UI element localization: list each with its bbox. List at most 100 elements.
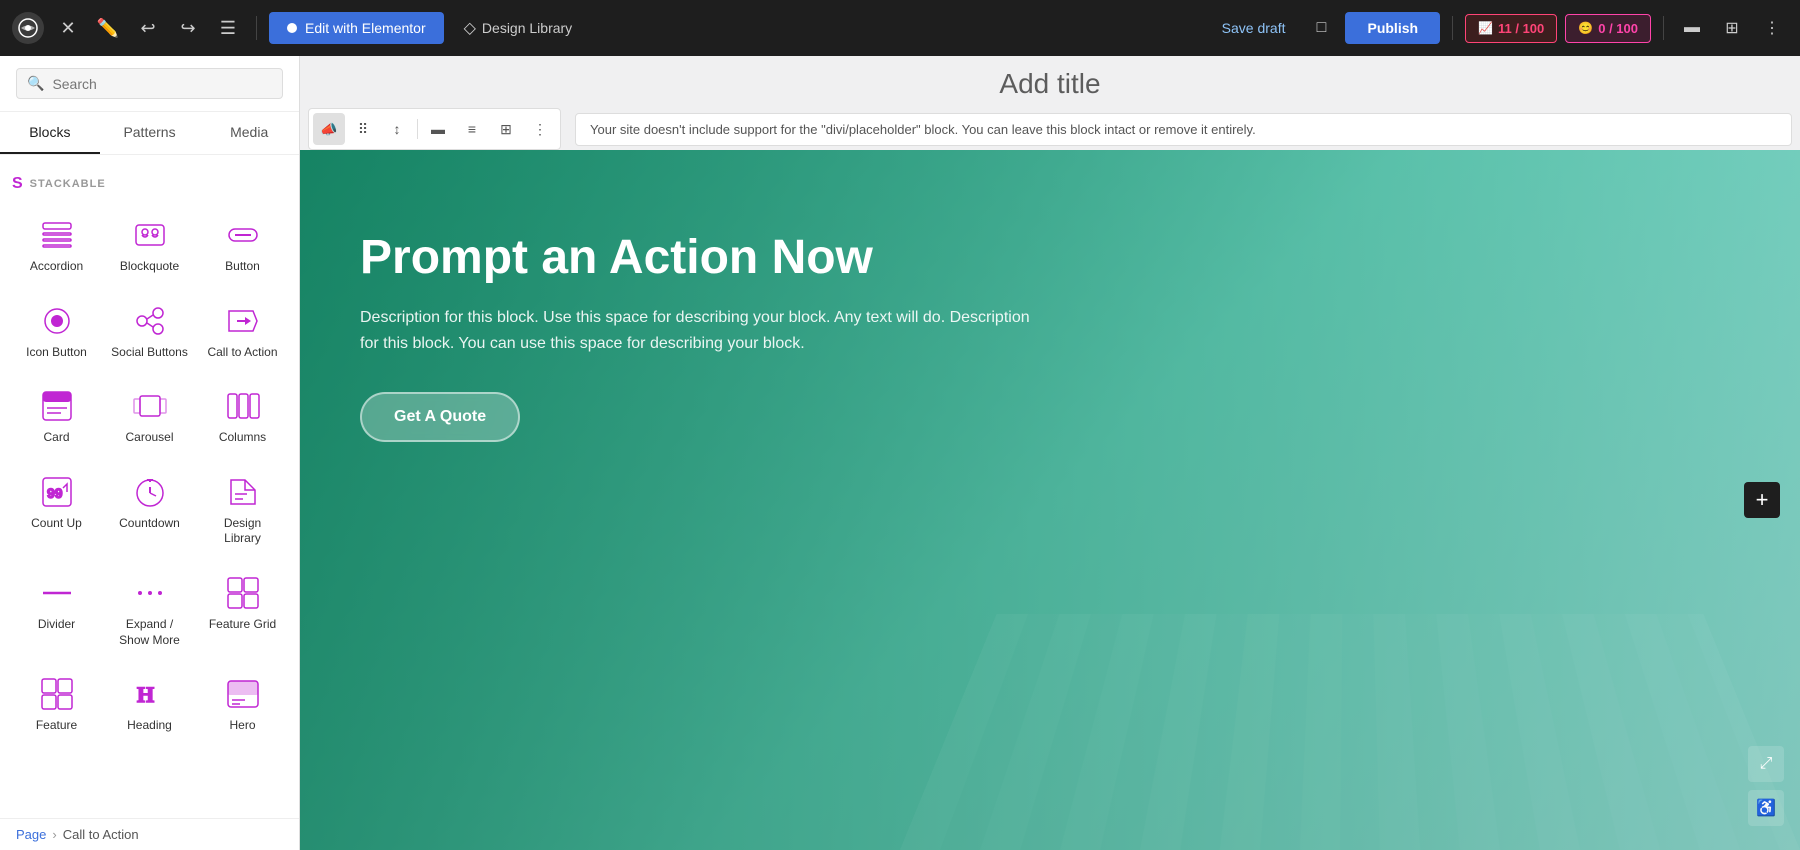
- toolbar-layout-btn[interactable]: ⊞: [490, 113, 522, 145]
- hero-title: Prompt an Action Now: [360, 230, 1040, 285]
- side-icons: ⤢ ♿: [1748, 746, 1784, 826]
- add-block-button[interactable]: +: [1744, 482, 1780, 518]
- tab-blocks[interactable]: Blocks: [0, 112, 100, 154]
- wordpress-logo[interactable]: [12, 12, 44, 44]
- feature-label: Feature: [36, 718, 77, 734]
- heading-label: Heading: [127, 718, 172, 734]
- block-item-carousel[interactable]: Carousel: [105, 376, 194, 458]
- readability-score-badge[interactable]: 😊 0 / 100: [1565, 14, 1651, 43]
- toolbar-align-left-btn[interactable]: ▬: [422, 113, 454, 145]
- edit-with-elementor-button[interactable]: Edit with Elementor: [269, 12, 444, 44]
- block-item-call-to-action[interactable]: Call to Action: [198, 291, 287, 373]
- search-input[interactable]: [52, 76, 272, 92]
- toolbar-drag-btn[interactable]: ⠿: [347, 113, 379, 145]
- block-item-columns[interactable]: Columns: [198, 376, 287, 458]
- design-library-button[interactable]: ◇ Design Library: [452, 10, 585, 46]
- seo-score-badge[interactable]: 📈 11 / 100: [1465, 14, 1557, 43]
- block-item-hero[interactable]: Hero: [198, 664, 287, 746]
- layout-icon[interactable]: ▬: [1676, 12, 1708, 44]
- toolbar-move-btn[interactable]: ↕: [381, 113, 413, 145]
- breadcrumb: Page › Call to Action: [0, 818, 299, 850]
- expand-show-more-label: Expand / Show More: [111, 617, 188, 648]
- close-icon[interactable]: ✕: [52, 12, 84, 44]
- side-accessibility-icon[interactable]: ♿: [1748, 790, 1784, 826]
- accordion-label: Accordion: [30, 259, 83, 275]
- svg-text:99: 99: [47, 485, 63, 501]
- breadcrumb-call-to-action: Call to Action: [63, 827, 139, 842]
- block-toolbar-inner: 📣 ⠿ ↕ ▬ ≡ ⊞ ⋮: [308, 108, 561, 150]
- more-options-icon[interactable]: ⋮: [1756, 12, 1788, 44]
- block-item-count-up[interactable]: 99 Count Up: [12, 462, 101, 559]
- block-item-design-library[interactable]: Design Library: [198, 462, 287, 559]
- toolbar-align-center-btn[interactable]: ≡: [456, 113, 488, 145]
- main-layout: 🔍 Blocks Patterns Media S STACKABLE Acco…: [0, 56, 1800, 850]
- hero-description: Description for this block. Use this spa…: [360, 305, 1040, 356]
- block-item-button[interactable]: Button: [198, 205, 287, 287]
- seo-score-icon: 📈: [1478, 21, 1493, 35]
- feature-grid-label: Feature Grid: [209, 617, 276, 633]
- divider-3: [1663, 16, 1664, 40]
- block-item-accordion[interactable]: Accordion: [12, 205, 101, 287]
- page-title-input[interactable]: [300, 68, 1800, 100]
- seo-score-value: 11 / 100: [1498, 21, 1544, 36]
- card-label: Card: [43, 430, 69, 446]
- divider-2: [1452, 16, 1453, 40]
- stackable-icon: S: [12, 175, 24, 193]
- carousel-label: Carousel: [125, 430, 173, 446]
- svg-text:H: H: [137, 682, 154, 707]
- block-item-feature[interactable]: Feature: [12, 664, 101, 746]
- toolbar-divider-1: [417, 119, 418, 139]
- list-icon[interactable]: ☰: [212, 12, 244, 44]
- preview-icon[interactable]: □: [1305, 12, 1337, 44]
- hero-section: Prompt an Action Now Description for thi…: [300, 150, 1800, 850]
- countdown-icon: [132, 474, 168, 510]
- blockquote-label: Blockquote: [120, 259, 179, 275]
- save-draft-button[interactable]: Save draft: [1210, 12, 1298, 44]
- block-item-feature-grid[interactable]: Feature Grid: [198, 563, 287, 660]
- tab-patterns[interactable]: Patterns: [100, 112, 200, 154]
- divider-label: Divider: [38, 617, 75, 633]
- block-list: S STACKABLE Accordion Blockquote: [0, 155, 299, 818]
- block-item-countdown[interactable]: Countdown: [105, 462, 194, 559]
- side-expand-icon[interactable]: ⤢: [1748, 746, 1784, 782]
- readability-score-icon: 😊: [1578, 21, 1593, 35]
- icon-button-label: Icon Button: [26, 345, 87, 361]
- call-to-action-label: Call to Action: [207, 345, 277, 361]
- block-item-expand-show-more[interactable]: Expand / Show More: [105, 563, 194, 660]
- block-item-card[interactable]: Card: [12, 376, 101, 458]
- call-to-action-icon: [225, 303, 261, 339]
- expand-show-more-icon: [132, 575, 168, 611]
- search-input-wrap: 🔍: [16, 68, 283, 99]
- icon-button-icon: [39, 303, 75, 339]
- publish-button[interactable]: Publish: [1345, 12, 1440, 44]
- tabs: Blocks Patterns Media: [0, 112, 299, 155]
- hero-cta-button[interactable]: Get A Quote: [360, 392, 520, 442]
- toolbar-block-type-btn[interactable]: 📣: [313, 113, 345, 145]
- block-item-heading[interactable]: H Heading: [105, 664, 194, 746]
- section-label: STACKABLE: [30, 178, 106, 190]
- redo-icon[interactable]: ↪: [172, 12, 204, 44]
- breadcrumb-page[interactable]: Page: [16, 827, 46, 842]
- tab-media[interactable]: Media: [199, 112, 299, 154]
- block-item-divider[interactable]: Divider: [12, 563, 101, 660]
- hero-icon: [225, 676, 261, 712]
- undo-icon[interactable]: ↩: [132, 12, 164, 44]
- social-buttons-icon: [132, 303, 168, 339]
- block-item-blockquote[interactable]: Blockquote: [105, 205, 194, 287]
- warning-banner: Your site doesn't include support for th…: [575, 113, 1792, 146]
- hero-label: Hero: [229, 718, 255, 734]
- hero-keyboard-decoration: [900, 614, 1800, 850]
- grid-icon[interactable]: ⊞: [1716, 12, 1748, 44]
- toolbar-more-btn[interactable]: ⋮: [524, 113, 556, 145]
- columns-label: Columns: [219, 430, 266, 446]
- brush-icon[interactable]: ✏️: [92, 12, 124, 44]
- carousel-icon: [132, 388, 168, 424]
- countdown-label: Countdown: [119, 516, 180, 532]
- readability-score-value: 0 / 100: [1598, 21, 1638, 36]
- blockquote-icon: [132, 217, 168, 253]
- block-item-icon-button[interactable]: Icon Button: [12, 291, 101, 373]
- card-icon: [39, 388, 75, 424]
- sidebar: 🔍 Blocks Patterns Media S STACKABLE Acco…: [0, 56, 300, 850]
- block-item-social-buttons[interactable]: Social Buttons: [105, 291, 194, 373]
- accordion-icon: [39, 217, 75, 253]
